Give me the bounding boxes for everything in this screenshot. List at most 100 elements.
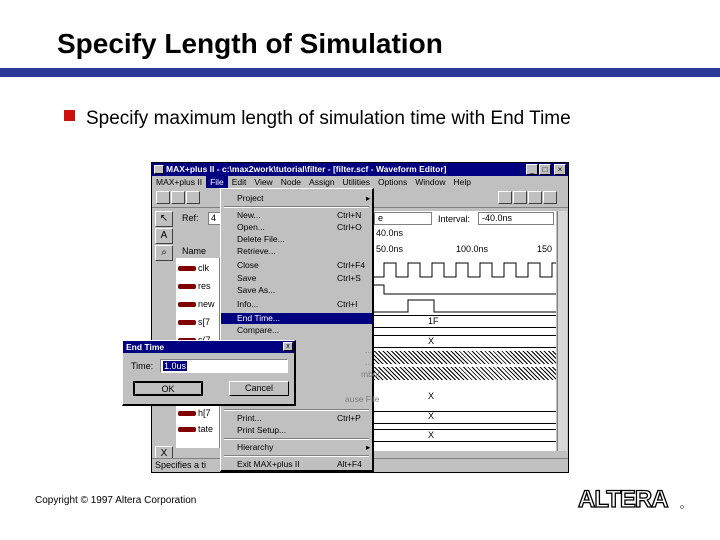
- output-pin-icon: [178, 427, 196, 433]
- menu-utilities[interactable]: Utilities: [339, 176, 374, 188]
- logo-text: ALTERA: [578, 486, 668, 513]
- interval-field[interactable]: -40.0ns: [478, 212, 554, 225]
- save-icon[interactable]: [186, 191, 200, 204]
- menu-item-exit[interactable]: Exit MAX+plus II Alt+F4: [221, 459, 372, 470]
- signal-row[interactable]: clk: [178, 263, 209, 273]
- menu-assign[interactable]: Assign: [305, 176, 339, 188]
- input-pin-icon: [178, 266, 196, 272]
- menu-separator: [224, 438, 369, 440]
- time-readout: 40.0ns: [376, 228, 404, 238]
- menu-node[interactable]: Node: [277, 176, 305, 188]
- tick-label: 50.0ns: [376, 244, 404, 254]
- reset-waveform: [374, 284, 556, 295]
- menu-view[interactable]: View: [250, 176, 276, 188]
- menu-item-save-as[interactable]: Save As...: [221, 285, 372, 296]
- bus-line: [374, 429, 556, 430]
- new-waveform: [374, 299, 556, 313]
- close-button[interactable]: ×: [554, 164, 566, 175]
- end-time-value: 1.0us: [163, 361, 188, 371]
- slide-title: Specify Length of Simulation: [57, 28, 443, 59]
- signal-row[interactable]: new: [178, 299, 215, 309]
- output-pin-icon: [178, 411, 196, 417]
- cancel-button[interactable]: Cancel: [229, 381, 289, 396]
- bus-line: [374, 347, 556, 348]
- menu-item-end-time[interactable]: End Time...: [221, 313, 372, 324]
- window-title: MAX+plus II - c:\max2work\tutorial\filte…: [152, 163, 568, 176]
- minimize-button[interactable]: _: [526, 164, 538, 175]
- menu-bar: MAX+plus II File Edit View Node Assign Utiliti…: [152, 176, 568, 188]
- menu-separator: [224, 455, 369, 457]
- text-tool-icon[interactable]: A: [155, 228, 173, 244]
- menu-item-info[interactable]: Info... Ctrl+I: [221, 299, 372, 310]
- bus-value: X: [428, 391, 435, 401]
- menu-item-delete-file[interactable]: Delete File...: [221, 234, 372, 245]
- bus-line: [374, 335, 556, 336]
- submenu-arrow-icon: ▸: [366, 193, 371, 203]
- menu-item-project[interactable]: Project ▸: [221, 193, 372, 204]
- bus-line: [374, 423, 556, 424]
- waveform-area[interactable]: e Interval: -40.0ns 40.0ns 50.0ns 100.0n…: [374, 211, 556, 451]
- programmer-icon[interactable]: [543, 191, 557, 204]
- menu-window[interactable]: Window: [411, 176, 449, 188]
- time-field[interactable]: e: [374, 212, 432, 225]
- menu-item-close[interactable]: Close Ctrl+F4: [221, 260, 372, 271]
- tick-label: 150: [537, 244, 553, 254]
- simulator-icon[interactable]: [513, 191, 527, 204]
- undefined-hatch: [374, 367, 556, 380]
- system-menu-icon[interactable]: [154, 165, 164, 174]
- bullet-text: Specify maximum length of simulation tim…: [86, 108, 571, 129]
- end-time-dialog: End Time x Time: 1.0us OK Cancel: [122, 340, 296, 406]
- bus-value: X: [428, 411, 435, 421]
- dialog-title: End Time: [123, 341, 294, 353]
- menu-item-print[interactable]: Print... Ctrl+P: [221, 413, 372, 424]
- title-rule: [0, 68, 720, 77]
- bus-line: [374, 441, 556, 442]
- bus-value: 1F: [428, 316, 439, 326]
- bus-line: [374, 411, 556, 412]
- timing-icon[interactable]: [528, 191, 542, 204]
- bullet-marker: [64, 110, 75, 121]
- signal-row[interactable]: h[7: [178, 408, 211, 418]
- menu-separator: [224, 409, 369, 411]
- signal-row[interactable]: s[7: [178, 317, 210, 327]
- bus-pin-icon: [178, 320, 196, 326]
- menu-item-retrieve[interactable]: Retrieve...: [221, 246, 372, 257]
- end-time-input[interactable]: 1.0us: [160, 359, 288, 373]
- menu-item-save[interactable]: Save Ctrl+S: [221, 273, 372, 284]
- file-menu-dropdown: Project ▸ New... Ctrl+N Open... Ctrl+O Dele…: [220, 188, 380, 472]
- menu-separator: [224, 206, 369, 208]
- open-file-icon[interactable]: [171, 191, 185, 204]
- new-file-icon[interactable]: [156, 191, 170, 204]
- vertical-scrollbar[interactable]: [557, 211, 567, 451]
- compiler-icon[interactable]: [498, 191, 512, 204]
- tick-label: 100.0ns: [456, 244, 489, 254]
- time-label: Time:: [131, 361, 154, 371]
- ref-label: Ref:: [182, 213, 199, 223]
- menu-item-new[interactable]: New... Ctrl+N: [221, 210, 372, 221]
- menu-file[interactable]: File: [206, 176, 228, 188]
- copyright-text: Copyright © 1997 Altera Corporation: [35, 495, 197, 506]
- bus-value: X: [428, 336, 435, 346]
- input-pin-icon: [178, 302, 196, 308]
- input-pin-icon: [178, 284, 196, 290]
- menu-item-compare[interactable]: Compare...: [221, 325, 372, 336]
- menu-maxplus[interactable]: MAX+plus II: [152, 176, 206, 188]
- submenu-arrow-icon: ▸: [366, 442, 371, 452]
- interval-label: Interval:: [438, 214, 471, 224]
- menu-item-print-setup[interactable]: Print Setup...: [221, 425, 372, 436]
- ok-button[interactable]: OK: [133, 381, 203, 396]
- menu-edit[interactable]: Edit: [228, 176, 251, 188]
- signal-row[interactable]: res: [178, 281, 211, 291]
- dialog-close-icon[interactable]: x: [283, 342, 293, 351]
- bus-line: [374, 315, 556, 316]
- menu-item-hierarchy[interactable]: Hierarchy ▸: [221, 442, 372, 453]
- menu-options[interactable]: Options: [374, 176, 411, 188]
- maxplus-window: MAX+plus II - c:\max2work\tutorial\filte…: [151, 162, 569, 473]
- menu-help[interactable]: Help: [449, 176, 474, 188]
- select-tool-icon[interactable]: ↖: [155, 211, 173, 227]
- name-column-header: Name: [182, 246, 207, 256]
- maximize-button[interactable]: □: [539, 164, 551, 175]
- menu-item-open[interactable]: Open... Ctrl+O: [221, 222, 372, 233]
- signal-row[interactable]: tate: [178, 424, 213, 434]
- zoom-tool-icon[interactable]: ⌕: [155, 245, 173, 261]
